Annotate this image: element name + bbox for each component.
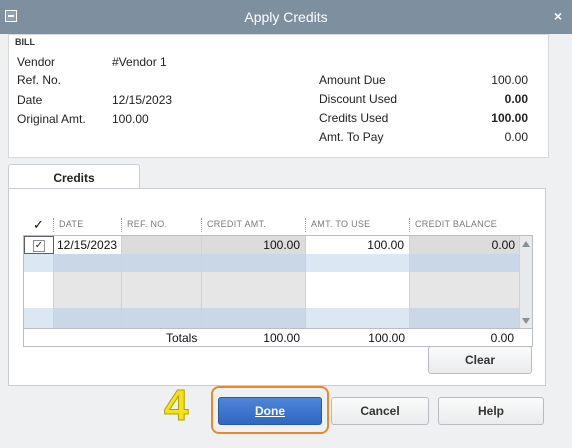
cancel-button[interactable]: Cancel: [331, 397, 429, 425]
total-credit-amt: 100.00: [263, 331, 300, 345]
help-button[interactable]: Help: [438, 397, 544, 425]
tab-credits[interactable]: Credits: [8, 164, 140, 190]
date-value: 12/15/2023: [112, 93, 173, 107]
credits-used-label: Credits Used: [319, 111, 389, 125]
discount-used-value: 0.00: [504, 92, 528, 106]
date-label: Date: [17, 93, 43, 107]
credits-table: ✓ DATE REF. NO. CREDIT AMT. AMT. TO USE …: [23, 215, 533, 347]
bill-summary-panel: BILL Vendor #Vendor 1 Ref. No. Date 12/1…: [8, 34, 549, 158]
amt-to-pay-value: 0.00: [504, 130, 528, 144]
close-icon[interactable]: ×: [554, 8, 562, 24]
step-number-annotation: 4: [163, 381, 189, 430]
column-separator: [305, 218, 306, 232]
vendor-value: #Vendor 1: [112, 55, 167, 69]
discount-used-label: Discount Used: [319, 92, 398, 106]
amt-to-use-column-header[interactable]: AMT. TO USE: [311, 219, 370, 229]
table-row[interactable]: ✓ 12/15/2023 100.00 100.00 0.00: [24, 236, 520, 254]
total-amt-to-use: 100.00: [368, 331, 405, 345]
credit-balance-column-header[interactable]: CREDIT BALANCE: [415, 219, 497, 229]
totals-label: Totals: [166, 331, 198, 345]
clear-button[interactable]: Clear: [428, 346, 532, 374]
scroll-down-icon[interactable]: [522, 318, 530, 324]
column-separator: [53, 218, 54, 232]
amount-due-label: Amount Due: [319, 73, 386, 87]
done-button-highlight: [211, 386, 329, 434]
column-separator: [121, 218, 122, 232]
credits-panel: ✓ DATE REF. NO. CREDIT AMT. AMT. TO USE …: [8, 188, 546, 386]
amt-to-pay-label: Amt. To Pay: [319, 130, 384, 144]
original-amt-label: Original Amt.: [17, 112, 86, 126]
date-column-header[interactable]: DATE: [59, 219, 84, 229]
scroll-up-icon[interactable]: [522, 241, 530, 247]
bill-section-label: BILL: [15, 37, 35, 47]
table-row[interactable]: [24, 254, 520, 272]
column-separator: [409, 218, 410, 232]
row-select-checkbox[interactable]: ✓: [33, 240, 45, 252]
credit-date-cell: 12/15/2023: [57, 238, 118, 252]
credit-amt-column-header[interactable]: CREDIT AMT.: [207, 219, 266, 229]
totals-row: Totals 100.00 100.00 0.00: [23, 329, 533, 347]
ref-no-column-header[interactable]: REF. NO.: [127, 219, 167, 229]
credit-balance-cell: 0.00: [491, 238, 515, 252]
table-row[interactable]: [24, 308, 520, 328]
select-all-check-icon[interactable]: ✓: [33, 217, 44, 233]
amt-to-use-cell[interactable]: 100.00: [367, 238, 404, 252]
credits-used-value: 100.00: [491, 111, 528, 125]
vendor-label: Vendor: [17, 55, 56, 69]
table-row[interactable]: [24, 272, 520, 290]
vertical-scrollbar[interactable]: [519, 236, 532, 328]
window-title: Apply Credits: [244, 9, 328, 25]
ref-no-label: Ref. No.: [17, 73, 62, 87]
original-amt-value: 100.00: [112, 112, 149, 126]
column-separator: [201, 218, 202, 232]
table-row[interactable]: [24, 290, 520, 308]
title-bar: Apply Credits ×: [0, 0, 572, 34]
credit-amt-cell: 100.00: [263, 238, 300, 252]
total-credit-balance: 0.00: [490, 331, 514, 345]
credits-table-body: ✓ 12/15/2023 100.00 100.00 0.00: [23, 235, 533, 329]
amount-due-value: 100.00: [491, 73, 528, 87]
